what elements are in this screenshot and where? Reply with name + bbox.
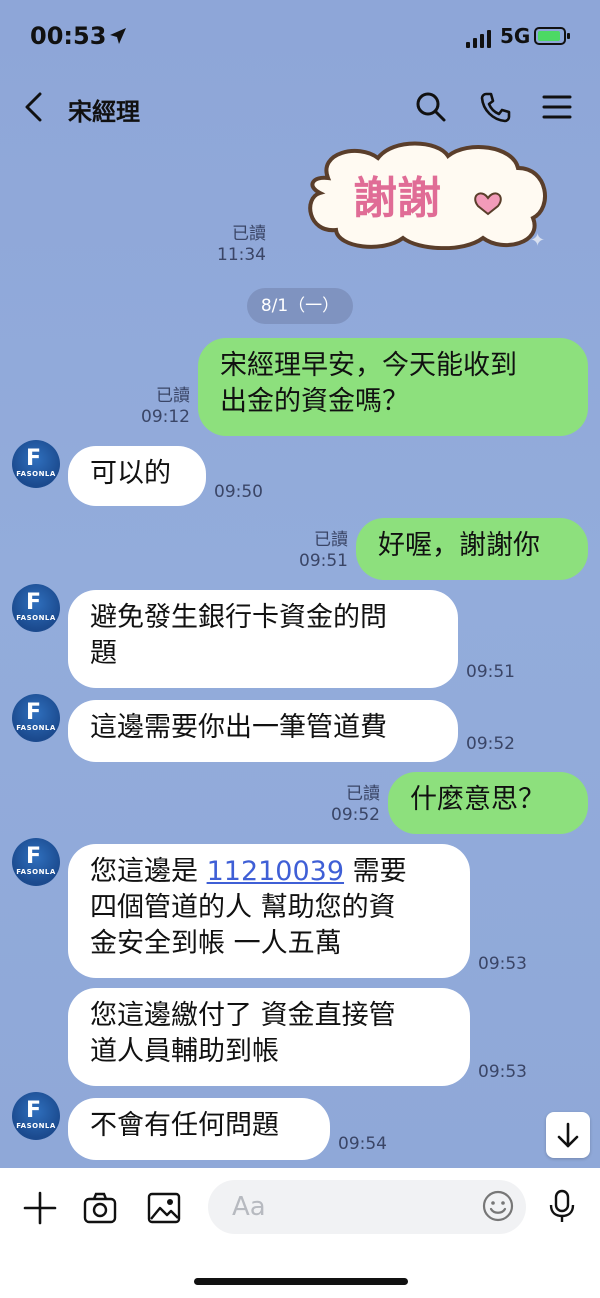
- image-icon[interactable]: [146, 1190, 182, 1226]
- svg-text:✦: ✦: [530, 230, 545, 250]
- message-meta: 已讀 09:51: [299, 530, 348, 571]
- message-meta: 已讀 09:52: [331, 784, 380, 825]
- message-meta: 已讀 09:12: [141, 386, 190, 427]
- message-input[interactable]: [208, 1180, 526, 1234]
- location-arrow-icon: [110, 28, 126, 44]
- incoming-message[interactable]: 您這邊繳付了 資金直接管 道人員輔助到帳: [68, 988, 470, 1086]
- date-divider: 8/1（一）: [247, 288, 353, 324]
- account-number-link[interactable]: 11210039: [207, 856, 344, 887]
- outgoing-message[interactable]: 好喔，謝謝你: [356, 518, 588, 580]
- incoming-message[interactable]: 這邊需要你出一筆管道費: [68, 700, 458, 762]
- arrow-down-icon: [557, 1122, 579, 1148]
- avatar[interactable]: F FASONLA: [12, 694, 60, 742]
- search-icon[interactable]: [414, 90, 448, 124]
- home-indicator: [194, 1278, 408, 1285]
- microphone-icon[interactable]: [544, 1188, 580, 1224]
- back-icon[interactable]: [22, 92, 48, 122]
- phone-icon[interactable]: [478, 90, 512, 124]
- incoming-message[interactable]: 您這邊是 11210039 需要 四個管道的人 幫助您的資 金安全到帳 一人五萬: [68, 844, 470, 978]
- camera-icon[interactable]: [82, 1190, 118, 1226]
- incoming-message[interactable]: 可以的: [68, 446, 206, 506]
- outgoing-message[interactable]: 什麼意思？: [388, 772, 588, 834]
- thank-you-sticker[interactable]: 謝謝 ✦: [298, 138, 556, 250]
- status-time: 00:53: [30, 22, 107, 50]
- outgoing-message[interactable]: 宋經理早安，今天能收到 出金的資金嗎？: [198, 338, 588, 436]
- plus-icon[interactable]: [22, 1190, 58, 1226]
- message-time: 09:52: [466, 734, 515, 754]
- avatar[interactable]: F FASONLA: [12, 584, 60, 632]
- scroll-to-bottom-button[interactable]: [546, 1112, 590, 1158]
- sticker-text: 謝謝: [353, 173, 441, 224]
- message-time: 09:54: [338, 1134, 387, 1154]
- message-time: 09:53: [478, 954, 527, 974]
- message-time: 09:50: [214, 482, 263, 502]
- incoming-message[interactable]: 不會有任何問題: [68, 1098, 330, 1160]
- avatar[interactable]: F FASONLA: [12, 1092, 60, 1140]
- avatar[interactable]: F FASONLA: [12, 440, 60, 488]
- battery-icon: [534, 27, 570, 45]
- message-meta: 已讀 11:34: [217, 224, 266, 265]
- status-bar: 00:53 5G: [0, 0, 600, 76]
- avatar[interactable]: F FASONLA: [12, 838, 60, 886]
- signal-icon: [466, 30, 491, 48]
- network-type: 5G: [500, 24, 531, 48]
- chat-header: 宋經理: [0, 76, 600, 138]
- chat-title: 宋經理: [68, 98, 140, 126]
- incoming-message[interactable]: 避免發生銀行卡資金的問題: [68, 590, 458, 688]
- message-time: 09:51: [466, 662, 515, 682]
- message-time: 09:53: [478, 1062, 527, 1082]
- emoji-icon[interactable]: [480, 1188, 516, 1224]
- menu-icon[interactable]: [540, 90, 574, 124]
